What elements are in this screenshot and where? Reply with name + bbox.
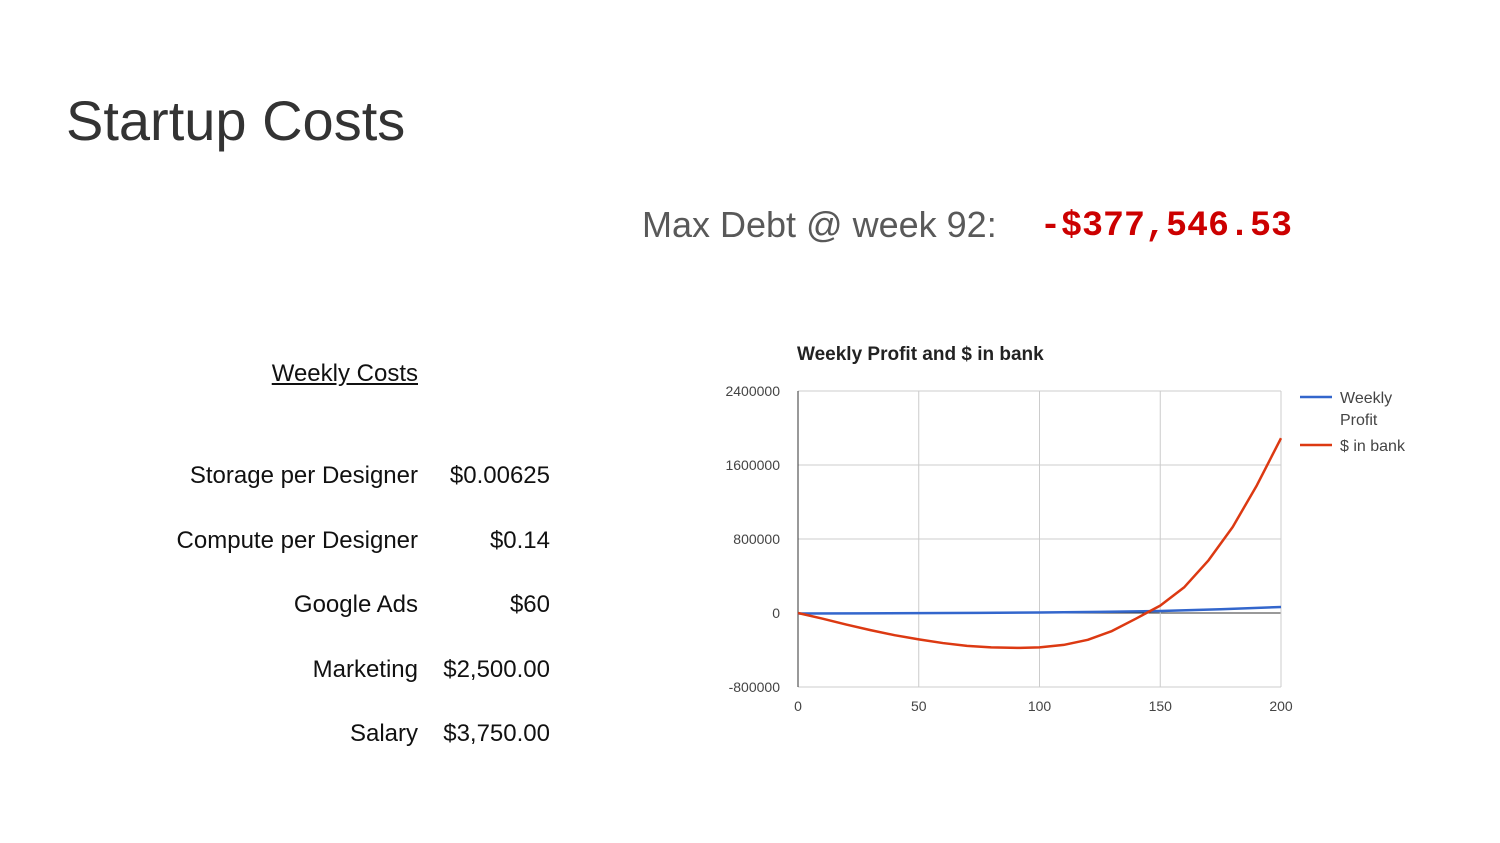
- legend-label-0: Weekly Profit: [1340, 390, 1392, 429]
- max-debt-value: -$377,546.53: [1040, 206, 1293, 246]
- cost-value: $0.14: [489, 527, 550, 554]
- cost-label: Compute per Designer: [176, 527, 418, 554]
- legend-label-1: $ in bank: [1340, 438, 1406, 455]
- y-tick-label: 1600000: [725, 457, 780, 473]
- x-tick-label: 100: [1028, 698, 1052, 714]
- max-debt-label: Max Debt @ week 92:: [642, 204, 997, 245]
- x-tick-label: 50: [911, 698, 927, 714]
- cost-value: $60: [509, 591, 550, 618]
- y-tick-label: -800000: [729, 679, 781, 695]
- cost-label: Storage per Designer: [189, 462, 418, 489]
- slide-title: Startup Costs: [66, 89, 406, 152]
- cost-label: Google Ads: [293, 591, 418, 618]
- x-tick-label: 0: [794, 698, 802, 714]
- cost-value: $0.00625: [449, 462, 550, 489]
- weekly-costs-heading: Weekly Costs: [271, 360, 418, 387]
- cost-label: Marketing: [312, 656, 418, 683]
- y-tick-label: 0: [772, 605, 780, 621]
- weekly-profit-chart: Weekly Profit and $ in bank 2400000 160000…: [725, 344, 1406, 714]
- chart-title: Weekly Profit and $ in bank: [797, 344, 1044, 365]
- x-tick-label: 150: [1149, 698, 1173, 714]
- x-tick-label: 200: [1269, 698, 1293, 714]
- cost-value: $3,750.00: [443, 720, 550, 747]
- y-tick-label: 2400000: [725, 383, 780, 399]
- cost-label: Salary: [349, 720, 418, 747]
- y-tick-label: 800000: [733, 531, 780, 547]
- cost-value: $2,500.00: [443, 656, 550, 683]
